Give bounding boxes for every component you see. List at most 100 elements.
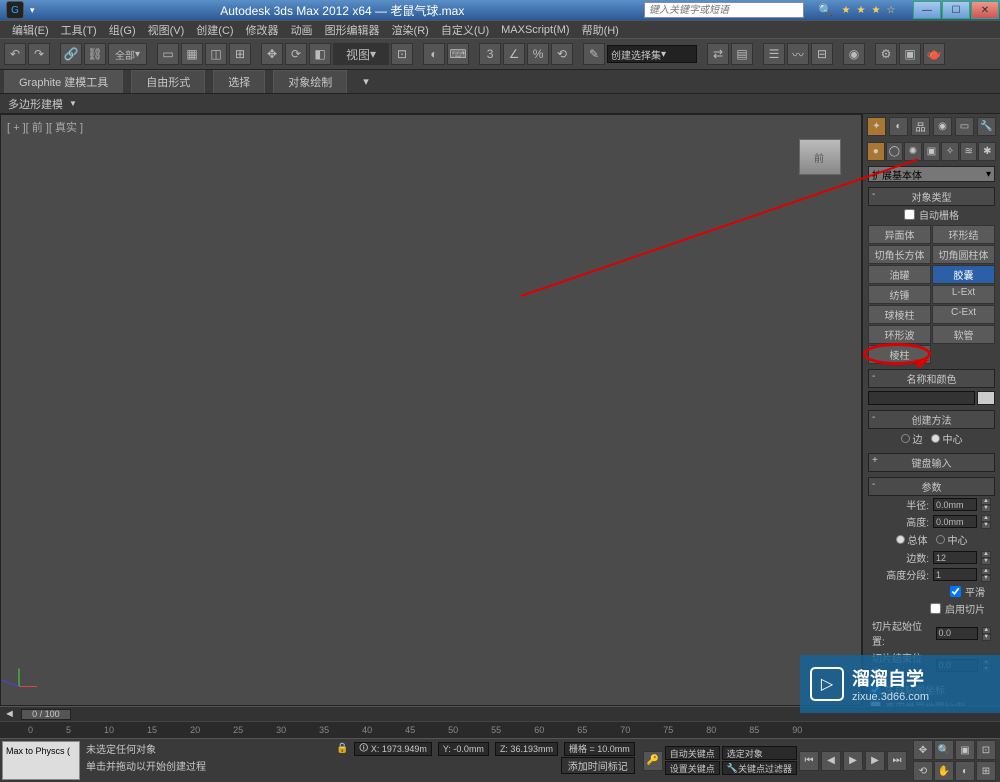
menu-grapheditors[interactable]: 图形编辑器: [319, 20, 386, 40]
coord-y[interactable]: Y: -0.0mm: [438, 742, 489, 756]
qat-dropdown-icon[interactable]: ▾: [30, 5, 35, 16]
viewport-orbit-button[interactable]: ⟲: [913, 761, 933, 781]
slicefrom-spinner[interactable]: 0.0: [936, 627, 978, 640]
menu-group[interactable]: 组(G): [103, 20, 142, 40]
viewport-fov-button[interactable]: ▣: [955, 740, 975, 760]
render-button[interactable]: 🫖: [923, 43, 945, 65]
radio-edge[interactable]: 边: [901, 431, 923, 446]
menu-views[interactable]: 视图(V): [142, 20, 191, 40]
undo-button[interactable]: ↶: [4, 43, 26, 65]
timeslider-left-icon[interactable]: ◄: [4, 708, 15, 720]
ribbon-panel-polymodel[interactable]: 多边形建模: [8, 96, 63, 112]
setkey-button[interactable]: 设置关键点: [665, 761, 720, 775]
material-editor-button[interactable]: ◉: [843, 43, 865, 65]
btn-oiltank[interactable]: 油罐: [868, 265, 931, 284]
viewport-zoomext-button[interactable]: ⊡: [976, 740, 996, 760]
chevron-down-icon[interactable]: ▼: [69, 99, 77, 108]
select-name-button[interactable]: ▦: [181, 43, 203, 65]
pivot-button[interactable]: ⊡: [391, 43, 413, 65]
lights-icon[interactable]: ✺: [904, 142, 922, 161]
create-tab-icon[interactable]: ✦: [867, 117, 886, 136]
filter-dropdown[interactable]: 全部 ▾: [108, 43, 147, 65]
lock-icon[interactable]: 🔒: [336, 743, 348, 755]
rollout-header-objtype[interactable]: -对象类型: [868, 187, 995, 206]
spacewarps-icon[interactable]: ≋: [960, 142, 978, 161]
select-button[interactable]: ▭: [157, 43, 179, 65]
btn-hose[interactable]: 软管: [932, 325, 995, 344]
rollout-header-namecolor[interactable]: -名称和颜色: [868, 369, 995, 388]
ribbon-expand-icon[interactable]: ▾: [363, 75, 369, 88]
maximize-button[interactable]: ☐: [942, 1, 970, 19]
btn-spindle[interactable]: 纺锤: [868, 285, 931, 304]
menu-animation[interactable]: 动画: [285, 20, 319, 40]
render-setup-button[interactable]: ⚙: [875, 43, 897, 65]
sides-spinner[interactable]: 12: [933, 551, 977, 564]
menu-create[interactable]: 创建(C): [190, 20, 239, 40]
close-button[interactable]: ✕: [971, 1, 999, 19]
autogrid-checkbox[interactable]: [904, 209, 915, 220]
viewcube[interactable]: [799, 139, 841, 175]
mirror-button[interactable]: ⇄: [707, 43, 729, 65]
spinner-buttons[interactable]: ▲▼: [981, 551, 991, 564]
keyboard-shortcut-button[interactable]: ⌨: [447, 43, 469, 65]
ribbon-tab-objectpaint[interactable]: 对象绘制: [273, 70, 347, 93]
named-selection-dropdown[interactable]: 创建选择集▾: [607, 45, 697, 63]
utilities-tab-icon[interactable]: 🔧: [977, 117, 996, 136]
motion-tab-icon[interactable]: ◉: [933, 117, 952, 136]
schematic-button[interactable]: ⊟: [811, 43, 833, 65]
menu-help[interactable]: 帮助(H): [576, 20, 625, 40]
redo-button[interactable]: ↷: [28, 43, 50, 65]
favorite-icon[interactable]: ☆: [884, 1, 898, 19]
btn-torusknot[interactable]: 环形结: [932, 225, 995, 244]
trackbar[interactable]: 0 5 10 15 20 25 30 35 40 45 50 55 60 65 …: [0, 721, 1000, 738]
modify-tab-icon[interactable]: ◐: [889, 117, 908, 136]
rollout-header-params[interactable]: -参数: [868, 477, 995, 496]
rollout-header-kbentry[interactable]: +键盘输入: [868, 453, 995, 472]
viewport-walk-button[interactable]: ◐: [955, 761, 975, 781]
curve-editor-button[interactable]: 〰: [787, 43, 809, 65]
spinner-buttons[interactable]: ▲▼: [981, 515, 991, 528]
keyfilter-button[interactable]: 🔧关键点过滤器: [722, 761, 797, 775]
layers-button[interactable]: ☰: [763, 43, 785, 65]
radio-center[interactable]: 中心: [931, 431, 963, 446]
viewport-zoom-button[interactable]: 🔍: [934, 740, 954, 760]
spinner-buttons[interactable]: ▲▼: [981, 498, 991, 511]
favorite-icon[interactable]: ★: [869, 1, 883, 19]
maxscript-mini-listener[interactable]: Max to Physcs (: [2, 741, 80, 780]
shapes-icon[interactable]: ◯: [886, 142, 904, 161]
menu-rendering[interactable]: 渲染(R): [386, 20, 435, 40]
height-spinner[interactable]: 0.0mm: [933, 515, 977, 528]
move-button[interactable]: ✥: [261, 43, 283, 65]
heightseg-spinner[interactable]: 1: [933, 568, 977, 581]
viewport-front[interactable]: [ + ][ 前 ][ 真实 ]: [0, 114, 862, 706]
radio-overall[interactable]: 总体: [896, 532, 928, 547]
systems-icon[interactable]: ✱: [978, 142, 996, 161]
search-icon[interactable]: 🔍: [818, 3, 833, 17]
btn-chamferbox[interactable]: 切角长方体: [868, 245, 931, 264]
refcoord-dropdown[interactable]: 视图 ▾: [333, 43, 389, 65]
percent-snap-button[interactable]: %: [527, 43, 549, 65]
angle-snap-button[interactable]: ∠: [503, 43, 525, 65]
align-button[interactable]: ▤: [731, 43, 753, 65]
btn-ringwave[interactable]: 环形波: [868, 325, 931, 344]
rendered-frame-button[interactable]: ▣: [899, 43, 921, 65]
menu-edit[interactable]: 编辑(E): [6, 20, 55, 40]
rotate-button[interactable]: ⟳: [285, 43, 307, 65]
scale-button[interactable]: ◧: [309, 43, 331, 65]
select-region-button[interactable]: ◫: [205, 43, 227, 65]
help-search-input[interactable]: [644, 2, 804, 18]
spinner-snap-button[interactable]: ⟲: [551, 43, 573, 65]
coord-z[interactable]: Z: 36.193mm: [495, 742, 558, 756]
menu-maxscript[interactable]: MAXScript(M): [495, 22, 575, 38]
selobj-dropdown[interactable]: 选定对象: [722, 746, 797, 760]
favorite-icon[interactable]: ★: [854, 1, 868, 19]
coord-x[interactable]: 🛈 X: 1973.949m: [354, 742, 432, 756]
ribbon-tab-freeform[interactable]: 自由形式: [131, 70, 205, 93]
ribbon-tab-selection[interactable]: 选择: [213, 70, 265, 93]
link-button[interactable]: 🔗: [60, 43, 82, 65]
btn-lext[interactable]: L-Ext: [932, 285, 995, 304]
snap-toggle[interactable]: 3: [479, 43, 501, 65]
display-tab-icon[interactable]: ▭: [955, 117, 974, 136]
btn-cext[interactable]: C-Ext: [932, 305, 995, 324]
window-crossing-button[interactable]: ⊞: [229, 43, 251, 65]
